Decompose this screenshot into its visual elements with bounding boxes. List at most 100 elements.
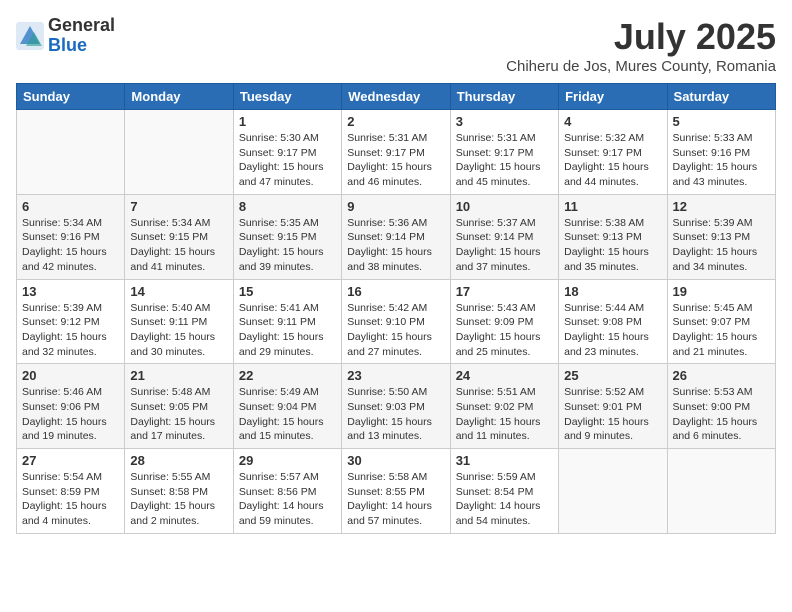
calendar-cell: 21 Sunrise: 5:48 AMSunset: 9:05 PMDayligh… bbox=[125, 364, 233, 449]
calendar-week-row: 6 Sunrise: 5:34 AMSunset: 9:16 PMDaylight… bbox=[17, 194, 776, 279]
calendar-cell: 8 Sunrise: 5:35 AMSunset: 9:15 PMDaylight… bbox=[233, 194, 341, 279]
day-number: 16 bbox=[347, 284, 444, 299]
day-info: Sunrise: 5:50 AMSunset: 9:03 PMDaylight:… bbox=[347, 385, 444, 444]
day-info: Sunrise: 5:39 AMSunset: 9:12 PMDaylight:… bbox=[22, 301, 119, 360]
calendar-cell: 2 Sunrise: 5:31 AMSunset: 9:17 PMDaylight… bbox=[342, 110, 450, 195]
day-info: Sunrise: 5:59 AMSunset: 8:54 PMDaylight:… bbox=[456, 470, 553, 529]
calendar-cell: 25Sunrise: 5:52 AMSunset: 9:01 PMDayligh… bbox=[559, 364, 667, 449]
calendar-header-row: SundayMondayTuesdayWednesdayThursdayFrid… bbox=[17, 84, 776, 110]
calendar-cell bbox=[667, 449, 775, 534]
day-info: Sunrise: 5:58 AMSunset: 8:55 PMDaylight:… bbox=[347, 470, 444, 529]
day-info: Sunrise: 5:34 AMSunset: 9:15 PMDaylight:… bbox=[130, 216, 227, 275]
month-title: July 2025 bbox=[506, 16, 776, 58]
calendar-cell: 12 Sunrise: 5:39 AMSunset: 9:13 PMDayligh… bbox=[667, 194, 775, 279]
calendar-table: SundayMondayTuesdayWednesdayThursdayFrid… bbox=[16, 83, 776, 534]
day-number: 24 bbox=[456, 368, 553, 383]
day-number: 20 bbox=[22, 368, 119, 383]
header-wednesday: Wednesday bbox=[342, 84, 450, 110]
calendar-cell: 1Sunrise: 5:30 AMSunset: 9:17 PMDaylight… bbox=[233, 110, 341, 195]
day-info: Sunrise: 5:57 AMSunset: 8:56 PMDaylight:… bbox=[239, 470, 336, 529]
day-number: 21 bbox=[130, 368, 227, 383]
day-number: 3 bbox=[456, 114, 553, 129]
day-info: Sunrise: 5:38 AMSunset: 9:13 PMDaylight:… bbox=[564, 216, 661, 275]
calendar-cell: 3Sunrise: 5:31 AMSunset: 9:17 PMDaylight… bbox=[450, 110, 558, 195]
day-info: Sunrise: 5:32 AMSunset: 9:17 PMDaylight:… bbox=[564, 131, 661, 190]
day-number: 11 bbox=[564, 199, 661, 214]
calendar-cell: 23Sunrise: 5:50 AMSunset: 9:03 PMDayligh… bbox=[342, 364, 450, 449]
day-info: Sunrise: 5:40 AMSunset: 9:11 PMDaylight:… bbox=[130, 301, 227, 360]
day-number: 18 bbox=[564, 284, 661, 299]
header-monday: Monday bbox=[125, 84, 233, 110]
day-info: Sunrise: 5:35 AMSunset: 9:15 PMDaylight:… bbox=[239, 216, 336, 275]
calendar-week-row: 1Sunrise: 5:30 AMSunset: 9:17 PMDaylight… bbox=[17, 110, 776, 195]
day-info: Sunrise: 5:39 AMSunset: 9:13 PMDaylight:… bbox=[673, 216, 770, 275]
day-info: Sunrise: 5:44 AMSunset: 9:08 PMDaylight:… bbox=[564, 301, 661, 360]
logo-text: General Blue bbox=[48, 16, 115, 56]
day-info: Sunrise: 5:42 AMSunset: 9:10 PMDaylight:… bbox=[347, 301, 444, 360]
day-number: 28 bbox=[130, 453, 227, 468]
header-tuesday: Tuesday bbox=[233, 84, 341, 110]
header-saturday: Saturday bbox=[667, 84, 775, 110]
calendar-cell bbox=[125, 110, 233, 195]
header-friday: Friday bbox=[559, 84, 667, 110]
calendar-cell: 5 Sunrise: 5:33 AMSunset: 9:16 PMDaylight… bbox=[667, 110, 775, 195]
day-info: Sunrise: 5:43 AMSunset: 9:09 PMDaylight:… bbox=[456, 301, 553, 360]
day-number: 4 bbox=[564, 114, 661, 129]
calendar-cell: 19Sunrise: 5:45 AMSunset: 9:07 PMDayligh… bbox=[667, 279, 775, 364]
day-number: 8 bbox=[239, 199, 336, 214]
logo-general: General bbox=[48, 16, 115, 36]
day-info: Sunrise: 5:48 AMSunset: 9:05 PMDaylight:… bbox=[130, 385, 227, 444]
calendar-cell bbox=[17, 110, 125, 195]
logo-blue: Blue bbox=[48, 36, 115, 56]
calendar-cell: 10Sunrise: 5:37 AMSunset: 9:14 PMDayligh… bbox=[450, 194, 558, 279]
day-number: 12 bbox=[673, 199, 770, 214]
calendar-week-row: 27Sunrise: 5:54 AMSunset: 8:59 PMDayligh… bbox=[17, 449, 776, 534]
logo: General Blue bbox=[16, 16, 115, 56]
calendar-cell: 28 Sunrise: 5:55 AMSunset: 8:58 PMDayligh… bbox=[125, 449, 233, 534]
calendar-cell: 7 Sunrise: 5:34 AMSunset: 9:15 PMDaylight… bbox=[125, 194, 233, 279]
day-info: Sunrise: 5:41 AMSunset: 9:11 PMDaylight:… bbox=[239, 301, 336, 360]
day-number: 7 bbox=[130, 199, 227, 214]
calendar-cell: 31Sunrise: 5:59 AMSunset: 8:54 PMDayligh… bbox=[450, 449, 558, 534]
day-info: Sunrise: 5:55 AMSunset: 8:58 PMDaylight:… bbox=[130, 470, 227, 529]
location-subtitle: Chiheru de Jos, Mures County, Romania bbox=[506, 58, 776, 75]
day-number: 6 bbox=[22, 199, 119, 214]
day-number: 9 bbox=[347, 199, 444, 214]
calendar-cell: 15 Sunrise: 5:41 AMSunset: 9:11 PMDayligh… bbox=[233, 279, 341, 364]
day-info: Sunrise: 5:34 AMSunset: 9:16 PMDaylight:… bbox=[22, 216, 119, 275]
day-info: Sunrise: 5:37 AMSunset: 9:14 PMDaylight:… bbox=[456, 216, 553, 275]
day-number: 2 bbox=[347, 114, 444, 129]
calendar-cell: 27Sunrise: 5:54 AMSunset: 8:59 PMDayligh… bbox=[17, 449, 125, 534]
day-number: 29 bbox=[239, 453, 336, 468]
day-number: 15 bbox=[239, 284, 336, 299]
title-block: July 2025 Chiheru de Jos, Mures County, … bbox=[506, 16, 776, 75]
page-header: General Blue July 2025 Chiheru de Jos, M… bbox=[16, 16, 776, 75]
day-number: 14 bbox=[130, 284, 227, 299]
day-info: Sunrise: 5:31 AMSunset: 9:17 PMDaylight:… bbox=[347, 131, 444, 190]
day-number: 17 bbox=[456, 284, 553, 299]
day-number: 30 bbox=[347, 453, 444, 468]
day-info: Sunrise: 5:46 AMSunset: 9:06 PMDaylight:… bbox=[22, 385, 119, 444]
calendar-cell bbox=[559, 449, 667, 534]
day-info: Sunrise: 5:36 AMSunset: 9:14 PMDaylight:… bbox=[347, 216, 444, 275]
calendar-cell: 30 Sunrise: 5:58 AMSunset: 8:55 PMDayligh… bbox=[342, 449, 450, 534]
calendar-cell: 16 Sunrise: 5:42 AMSunset: 9:10 PMDayligh… bbox=[342, 279, 450, 364]
calendar-week-row: 20 Sunrise: 5:46 AMSunset: 9:06 PMDayligh… bbox=[17, 364, 776, 449]
day-number: 1 bbox=[239, 114, 336, 129]
day-info: Sunrise: 5:45 AMSunset: 9:07 PMDaylight:… bbox=[673, 301, 770, 360]
day-info: Sunrise: 5:33 AMSunset: 9:16 PMDaylight:… bbox=[673, 131, 770, 190]
calendar-cell: 9 Sunrise: 5:36 AMSunset: 9:14 PMDaylight… bbox=[342, 194, 450, 279]
calendar-cell: 24Sunrise: 5:51 AMSunset: 9:02 PMDayligh… bbox=[450, 364, 558, 449]
calendar-cell: 29 Sunrise: 5:57 AMSunset: 8:56 PMDayligh… bbox=[233, 449, 341, 534]
calendar-cell: 6 Sunrise: 5:34 AMSunset: 9:16 PMDaylight… bbox=[17, 194, 125, 279]
header-thursday: Thursday bbox=[450, 84, 558, 110]
calendar-week-row: 13Sunrise: 5:39 AMSunset: 9:12 PMDayligh… bbox=[17, 279, 776, 364]
calendar-cell: 26Sunrise: 5:53 AMSunset: 9:00 PMDayligh… bbox=[667, 364, 775, 449]
calendar-cell: 18 Sunrise: 5:44 AMSunset: 9:08 PMDayligh… bbox=[559, 279, 667, 364]
calendar-cell: 11 Sunrise: 5:38 AMSunset: 9:13 PMDayligh… bbox=[559, 194, 667, 279]
calendar-cell: 4 Sunrise: 5:32 AMSunset: 9:17 PMDaylight… bbox=[559, 110, 667, 195]
calendar-cell: 14 Sunrise: 5:40 AMSunset: 9:11 PMDayligh… bbox=[125, 279, 233, 364]
calendar-cell: 20 Sunrise: 5:46 AMSunset: 9:06 PMDayligh… bbox=[17, 364, 125, 449]
day-number: 26 bbox=[673, 368, 770, 383]
day-number: 5 bbox=[673, 114, 770, 129]
